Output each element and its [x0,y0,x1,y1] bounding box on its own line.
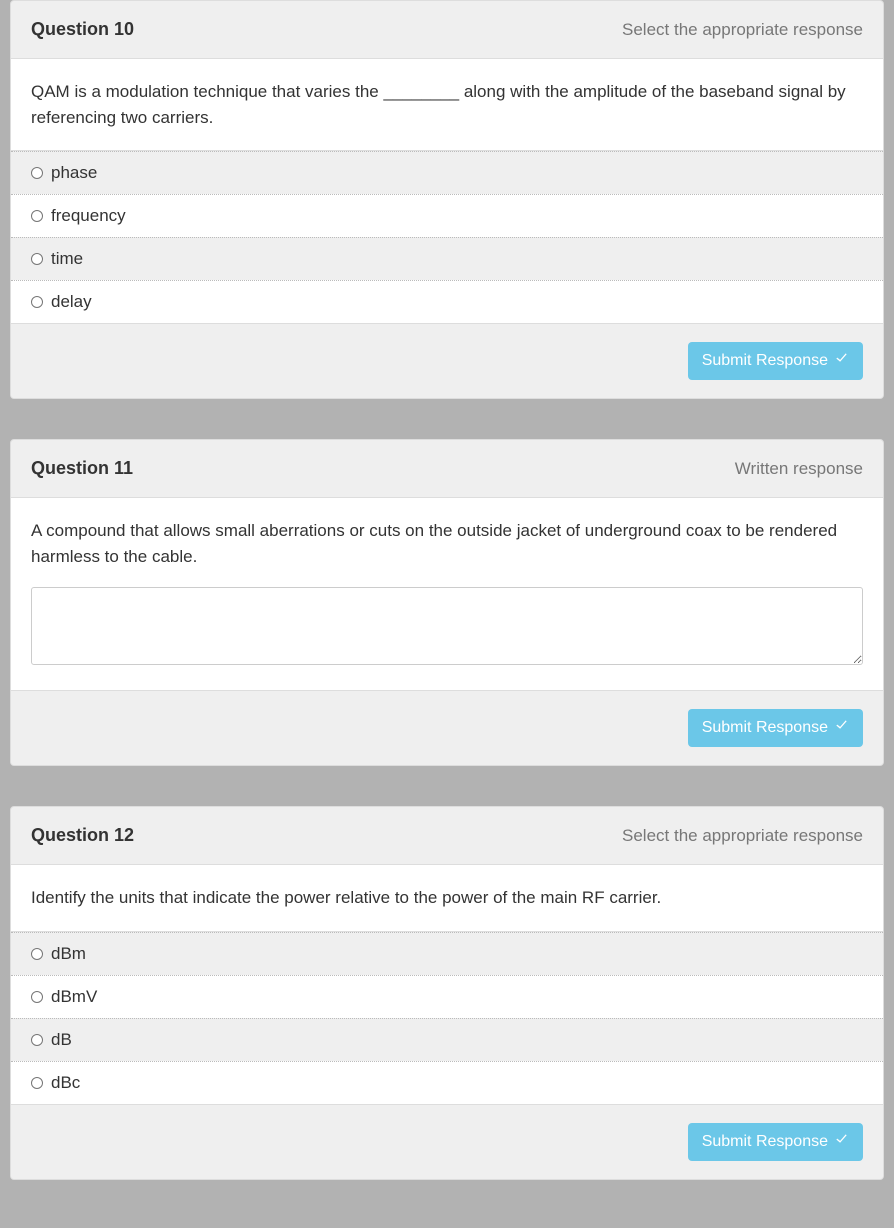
check-icon [834,1132,849,1152]
option-row[interactable]: phase [11,151,883,194]
option-label: dBm [51,944,86,964]
submit-response-button[interactable]: Submit Response [688,709,863,747]
question-prompt: QAM is a modulation technique that varie… [11,59,883,151]
option-row[interactable]: dBc [11,1061,883,1104]
question-card-10: Question 10 Select the appropriate respo… [10,0,884,399]
question-title: Question 12 [31,825,134,846]
option-label: dB [51,1030,72,1050]
question-footer: Submit Response [11,1105,883,1179]
question-footer: Submit Response [11,691,883,765]
option-row[interactable]: time [11,237,883,280]
check-icon [834,351,849,371]
option-radio[interactable] [31,1034,43,1046]
question-type-label: Select the appropriate response [622,20,863,40]
option-radio[interactable] [31,167,43,179]
option-radio[interactable] [31,991,43,1003]
question-title: Question 11 [31,458,133,479]
question-header: Question 11 Written response [11,440,883,498]
option-row[interactable]: dB [11,1018,883,1061]
option-radio[interactable] [31,210,43,222]
option-radio[interactable] [31,253,43,265]
check-icon [834,718,849,738]
option-label: time [51,249,83,269]
option-radio[interactable] [31,296,43,308]
option-label: dBmV [51,987,97,1007]
option-radio[interactable] [31,1077,43,1089]
option-label: delay [51,292,92,312]
question-prompt: Identify the units that indicate the pow… [11,865,883,932]
question-body: A compound that allows small aberrations… [11,498,883,691]
submit-response-button[interactable]: Submit Response [688,342,863,380]
option-label: frequency [51,206,126,226]
option-label: phase [51,163,97,183]
written-response-input[interactable] [31,587,863,665]
question-prompt: A compound that allows small aberrations… [31,518,863,569]
submit-label: Submit Response [702,1133,828,1151]
submit-label: Submit Response [702,352,828,370]
question-type-label: Written response [735,459,863,479]
option-label: dBc [51,1073,80,1093]
option-row[interactable]: dBm [11,932,883,975]
question-type-label: Select the appropriate response [622,826,863,846]
option-radio[interactable] [31,948,43,960]
question-header: Question 12 Select the appropriate respo… [11,807,883,865]
question-card-11: Question 11 Written response A compound … [10,439,884,766]
question-options: phase frequency time delay [11,151,883,324]
option-row[interactable]: frequency [11,194,883,237]
option-row[interactable]: delay [11,280,883,323]
question-options: dBm dBmV dB dBc [11,932,883,1105]
question-header: Question 10 Select the appropriate respo… [11,1,883,59]
submit-label: Submit Response [702,719,828,737]
question-footer: Submit Response [11,324,883,398]
option-row[interactable]: dBmV [11,975,883,1018]
question-title: Question 10 [31,19,134,40]
question-card-12: Question 12 Select the appropriate respo… [10,806,884,1180]
submit-response-button[interactable]: Submit Response [688,1123,863,1161]
